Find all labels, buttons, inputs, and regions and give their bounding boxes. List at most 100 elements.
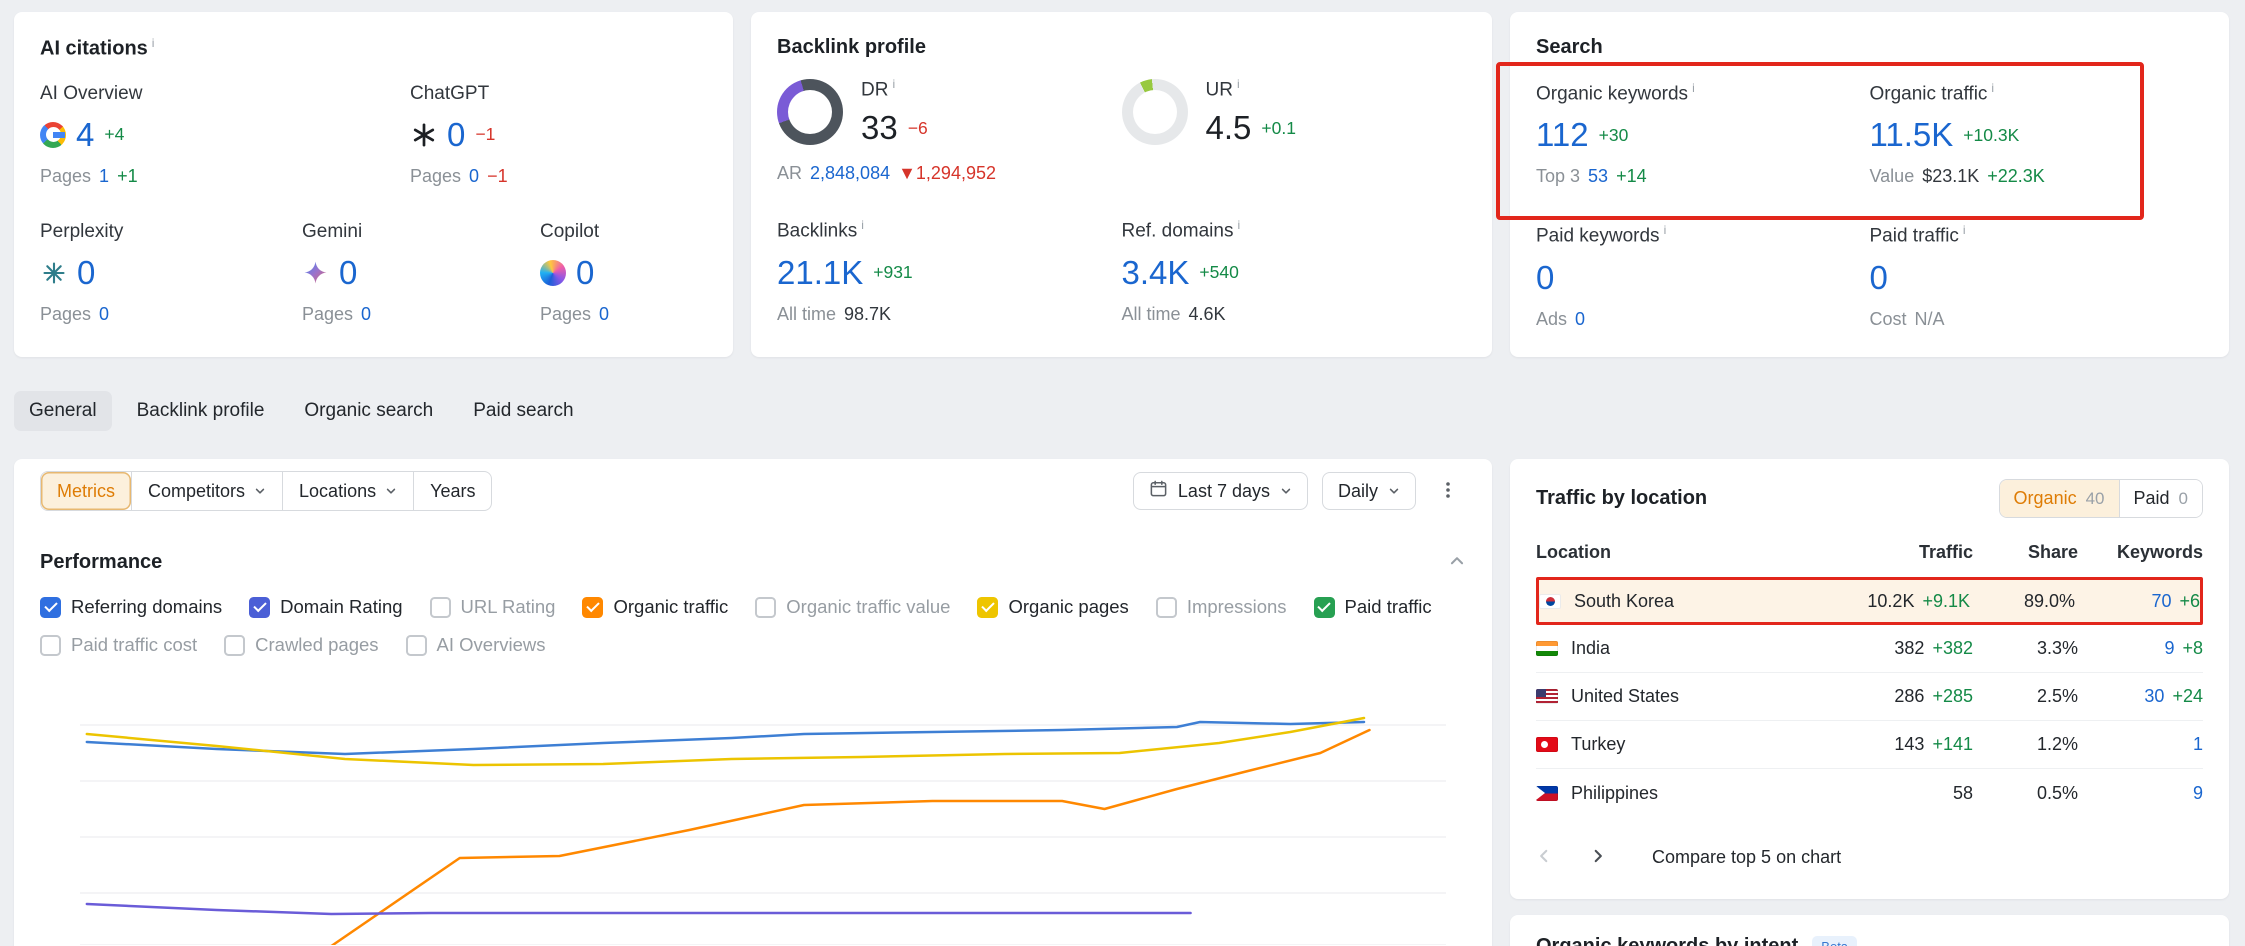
pages-value[interactable]: 0	[361, 304, 371, 325]
site-explorer-dashboard: AI citations AI Overview4+4Pages1+1ChatG…	[0, 0, 2245, 946]
ar-value[interactable]: 2,848,084	[810, 163, 890, 184]
ai-metric-gemini: Gemini0Pages0	[302, 221, 540, 325]
tab-general[interactable]: General	[14, 391, 112, 431]
traffic-by-location-title: Traffic by location	[1536, 487, 1707, 510]
more-options-button[interactable]	[1430, 473, 1466, 509]
checkbox-label: URL Rating	[461, 596, 556, 618]
date-range-button[interactable]: Last 7 days	[1133, 472, 1308, 510]
backlink-profile-title: Backlink profile	[777, 36, 1466, 59]
info-icon	[861, 218, 864, 232]
column-header-location[interactable]: Location	[1536, 542, 1755, 563]
button-competitors[interactable]: Competitors	[131, 472, 282, 510]
keywords-value[interactable]: 9	[2164, 638, 2174, 658]
pages-value[interactable]: 0	[469, 166, 479, 187]
column-header-traffic[interactable]: Traffic	[1755, 542, 1973, 563]
overview-cards: AI citations AI Overview4+4Pages1+1ChatG…	[14, 12, 2231, 357]
metric-label: ChatGPT	[410, 83, 508, 105]
toggle-organic[interactable]: Organic40	[2000, 480, 2119, 517]
keywords-value[interactable]: 9	[2193, 783, 2203, 803]
metric-value[interactable]: 0	[576, 254, 594, 292]
share-value: 2.5%	[1973, 686, 2078, 707]
tab-paid-search[interactable]: Paid search	[458, 391, 588, 431]
organic-traffic-value[interactable]: 11.5K	[1870, 116, 1954, 154]
checkbox-label: Impressions	[1187, 596, 1287, 618]
ai-metric-chatgpt: ChatGPT 0 −1 Pages0−1	[410, 83, 508, 187]
ai-citations-card: AI citations AI Overview4+4Pages1+1ChatG…	[14, 12, 733, 357]
top3-value[interactable]: 53	[1588, 166, 1608, 187]
traffic-value: 382	[1894, 638, 1924, 658]
checkbox-icon	[249, 597, 270, 618]
metric-checkbox-organic-pages[interactable]: Organic pages	[977, 596, 1128, 618]
metric-checkbox-impressions[interactable]: Impressions	[1156, 596, 1287, 618]
metric-delta: −1	[475, 124, 495, 145]
traffic-toggle: Organic40Paid0	[1999, 479, 2203, 518]
button-years[interactable]: Years	[413, 472, 491, 510]
metric-value[interactable]: 0	[77, 254, 95, 292]
backlinks-value[interactable]: 21.1K	[777, 254, 863, 292]
metric-value[interactable]: 4	[76, 116, 94, 154]
metric-checkbox-ai-overviews[interactable]: AI Overviews	[406, 634, 546, 656]
traffic-value: 10.2K	[1867, 591, 1914, 611]
granularity-button[interactable]: Daily	[1322, 472, 1416, 510]
keywords-value[interactable]: 70	[2151, 591, 2171, 611]
chevron-up-icon	[1448, 558, 1466, 573]
pages-line: Pages0−1	[410, 166, 508, 187]
metric-checkbox-domain-rating[interactable]: Domain Rating	[249, 596, 402, 618]
tab-organic-search[interactable]: Organic search	[289, 391, 448, 431]
paid-traffic-value[interactable]: 0	[1870, 259, 1888, 297]
metric-checkbox-url-rating[interactable]: URL Rating	[430, 596, 556, 618]
traffic-row-philippines[interactable]: Philippines580.5%9	[1536, 769, 2203, 817]
beta-badge: Beta	[1812, 936, 1857, 946]
ai-citations-row-2: Perplexity0Pages0Gemini0Pages0Copilot0Pa…	[40, 221, 707, 325]
checkbox-label: Organic traffic	[613, 596, 728, 618]
paid-keywords-value[interactable]: 0	[1536, 259, 1554, 297]
button-metrics[interactable]: Metrics	[41, 472, 131, 510]
keywords-value[interactable]: 1	[2193, 734, 2203, 754]
dr-value: 33	[861, 109, 898, 147]
metric-label: Paid keywords	[1536, 223, 1870, 247]
metric-checkbox-crawled-pages[interactable]: Crawled pages	[224, 634, 378, 656]
metric-checkbox-paid-traffic[interactable]: Paid traffic	[1314, 596, 1432, 618]
checkbox-icon	[40, 597, 61, 618]
info-icon	[1991, 81, 1994, 95]
metric-checkbox-row-2: Paid traffic cost Crawled pages AI Overvie…	[40, 634, 1466, 656]
toggle-paid[interactable]: Paid0	[2119, 480, 2203, 517]
ai-citations-title: AI citations	[40, 36, 707, 61]
metric-checkbox-referring-domains[interactable]: Referring domains	[40, 596, 222, 618]
column-header-share[interactable]: Share	[1973, 542, 2078, 563]
traffic-row-india[interactable]: India382+3823.3%9+8	[1536, 625, 2203, 673]
checkbox-icon	[406, 635, 427, 656]
ar-metric: AR 2,848,084 ▼1,294,952	[777, 163, 1122, 184]
pages-value[interactable]: 0	[99, 304, 109, 325]
prev-page-button[interactable]	[1536, 848, 1552, 867]
metric-label: UR	[1206, 77, 1296, 101]
metric-checkbox-organic-traffic[interactable]: Organic traffic	[582, 596, 728, 618]
button-locations[interactable]: Locations	[282, 472, 413, 510]
column-header-keywords[interactable]: Keywords	[2078, 542, 2203, 563]
organic-keywords-value[interactable]: 112	[1536, 116, 1589, 154]
country-name: Philippines	[1571, 783, 1658, 804]
tab-backlink-profile[interactable]: Backlink profile	[122, 391, 280, 431]
chevron-down-icon	[1388, 481, 1400, 502]
metric-value[interactable]: 0	[339, 254, 357, 292]
collapse-section-button[interactable]	[1448, 552, 1466, 573]
traffic-row-united-states[interactable]: United States286+2852.5%30+24	[1536, 673, 2203, 721]
metric-checkbox-paid-traffic-cost[interactable]: Paid traffic cost	[40, 634, 197, 656]
checkbox-icon	[224, 635, 245, 656]
search-card: Search Organic keywords 112+30 Top 353+1…	[1510, 12, 2229, 357]
keywords-delta: +6	[2179, 591, 2200, 611]
ref-domains-value[interactable]: 3.4K	[1122, 254, 1190, 292]
chatgpt-icon	[410, 121, 437, 148]
pages-value[interactable]: 1	[99, 166, 109, 187]
compare-top5-link[interactable]: Compare top 5 on chart	[1652, 847, 1841, 868]
backlinks-metric: Backlinks 21.1K+931 All time98.7K	[777, 218, 1122, 324]
pages-value[interactable]: 0	[599, 304, 609, 325]
traffic-row-south-korea[interactable]: South Korea10.2K+9.1K89.0%70+6	[1536, 577, 2203, 625]
metric-checkbox-organic-traffic-value[interactable]: Organic traffic value	[755, 596, 950, 618]
performance-chart[interactable]	[80, 672, 1446, 945]
next-page-button[interactable]	[1590, 848, 1606, 867]
traffic-row-turkey[interactable]: Turkey143+1411.2%1	[1536, 721, 2203, 769]
metric-value[interactable]: 0	[447, 116, 465, 154]
ads-value[interactable]: 0	[1575, 309, 1585, 330]
keywords-value[interactable]: 30	[2144, 686, 2164, 706]
